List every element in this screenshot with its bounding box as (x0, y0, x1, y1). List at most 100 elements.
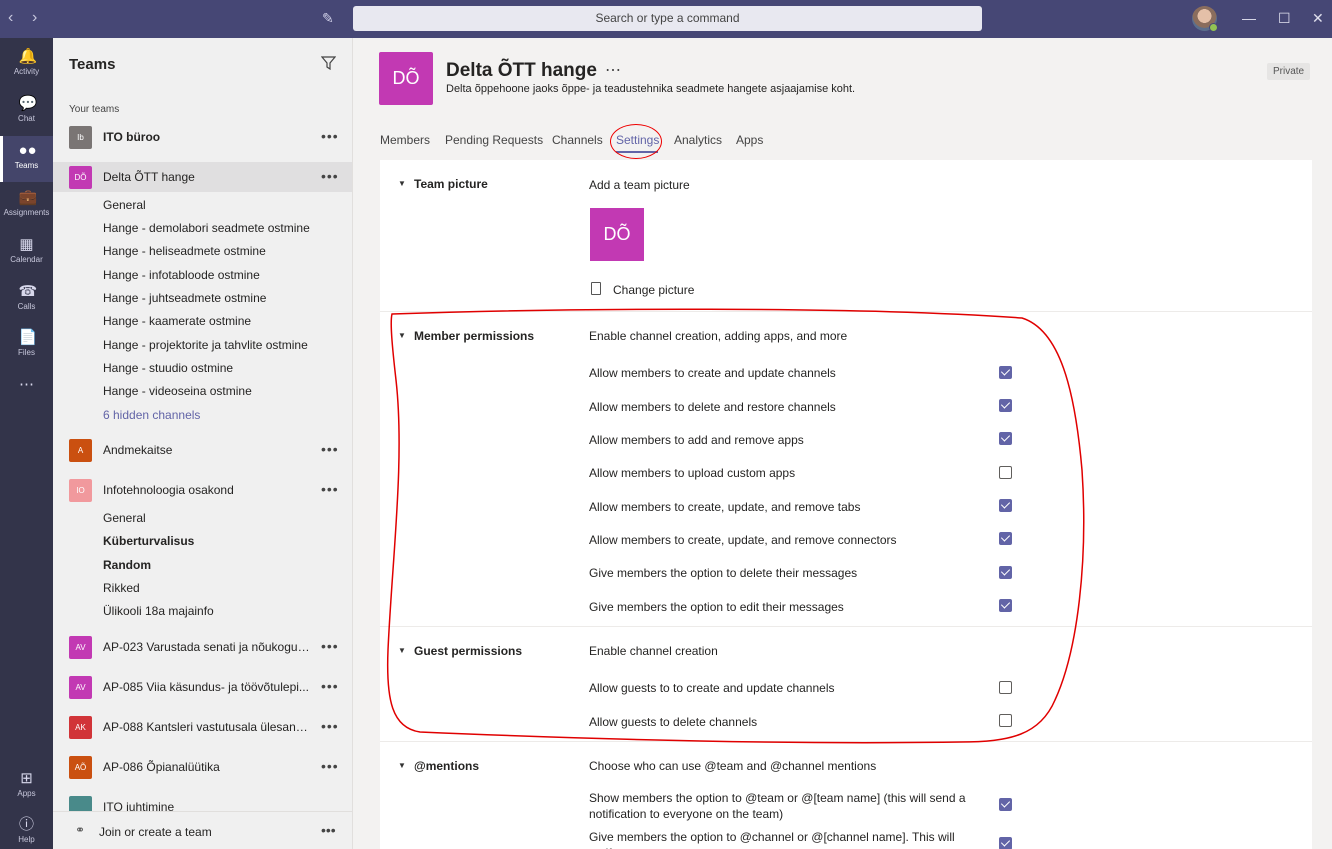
channel-item[interactable]: Küberturvalisus (103, 534, 194, 548)
section-guest-permissions[interactable]: Guest permissions (414, 644, 522, 658)
channel-item[interactable]: Hange - kaamerate ostmine (103, 314, 251, 328)
your-teams-label: Your teams (69, 104, 120, 115)
channel-item[interactable]: Ülikooli 18a majainfo (103, 604, 214, 618)
annotation-circle (610, 124, 662, 159)
channel-item[interactable]: Random (103, 558, 151, 572)
member-delete-messages-checkbox[interactable] (999, 566, 1012, 579)
chat-icon: 💬 (18, 95, 38, 112)
team-ap-085[interactable]: AV AP-085 Viia käsundus- ja töövõtulepi.… (53, 672, 352, 702)
section-member-permissions[interactable]: Member permissions (414, 329, 534, 343)
team-avatar: AV (69, 676, 92, 699)
rail-teams[interactable]: ●● Teams (0, 136, 53, 182)
close-icon[interactable]: ✕ (1312, 10, 1324, 27)
rail-activity[interactable]: 🔔 Activity (0, 42, 53, 88)
channel-item[interactable]: Hange - stuudio ostmine (103, 361, 233, 375)
section-team-picture[interactable]: Team picture (414, 177, 488, 191)
phone-icon: ☎ (18, 283, 38, 300)
option-label: Allow members to create, update, and rem… (589, 500, 861, 514)
mentions-team-checkbox[interactable] (999, 798, 1012, 811)
tab-analytics[interactable]: Analytics (674, 133, 722, 147)
collapse-caret-icon[interactable]: ▼ (398, 331, 406, 340)
file-icon: 📄 (18, 329, 38, 346)
more-icon: ⋯ (19, 376, 34, 393)
channel-item[interactable]: Hange - videoseina ostmine (103, 384, 252, 398)
option-label: Show members the option to @team or @[te… (589, 791, 966, 821)
rail-calendar[interactable]: ▦ Calendar (0, 230, 53, 276)
privacy-badge: Private (1267, 63, 1311, 80)
team-avatar: A (69, 439, 92, 462)
rail-apps[interactable]: ⊞ Apps (0, 764, 53, 810)
compose-icon[interactable]: ✎ (322, 10, 334, 27)
team-ap-023[interactable]: AV AP-023 Varustada senati ja nõukogu s.… (53, 632, 352, 662)
main-content: DÕ Delta ÕTT hange ⋯ Delta õppehoone jao… (353, 38, 1332, 849)
forward-arrow-icon[interactable]: › (32, 9, 37, 27)
back-arrow-icon[interactable]: ‹ (8, 9, 13, 27)
channel-item[interactable]: Hange - juhtseadmete ostmine (103, 291, 266, 305)
rail-assignments[interactable]: 💼 Assignments (0, 183, 53, 229)
channel-item[interactable]: General (103, 198, 146, 212)
team-andmekaitse[interactable]: A Andmekaitse ••• (53, 435, 352, 465)
more-options-icon[interactable]: ••• (321, 718, 339, 734)
team-ito-buroo[interactable]: Ib ITO büroo ••• (53, 122, 352, 152)
help-icon: ⓘ (18, 816, 34, 833)
member-tabs-checkbox[interactable] (999, 499, 1012, 512)
team-name: AP-088 Kantsleri vastutusala ülesanne... (103, 720, 311, 734)
minimize-icon[interactable]: — (1242, 10, 1256, 26)
team-infotehnoloogia-osakond[interactable]: IO Infotehnoloogia osakond ••• (53, 475, 352, 505)
more-options-icon[interactable]: ••• (321, 758, 339, 774)
more-options-icon[interactable]: ••• (321, 638, 339, 654)
change-picture-link[interactable]: Change picture (613, 283, 694, 297)
panel-title: Teams (69, 56, 116, 73)
more-options-icon[interactable]: ••• (321, 128, 339, 144)
filter-icon[interactable] (321, 56, 336, 70)
team-ap-086[interactable]: AÕ AP-086 Õpianalüütika ••• (53, 752, 352, 782)
channel-item[interactable]: Hange - projektorite ja tahvlite ostmine (103, 338, 308, 352)
more-options-icon[interactable]: ••• (321, 168, 339, 184)
member-upload-apps-checkbox[interactable] (999, 466, 1012, 479)
member-create-channels-checkbox[interactable] (999, 366, 1012, 379)
collapse-caret-icon[interactable]: ▼ (398, 179, 406, 188)
rail-more[interactable]: ⋯ (0, 370, 53, 416)
member-delete-channels-checkbox[interactable] (999, 399, 1012, 412)
rail-files[interactable]: 📄 Files (0, 323, 53, 369)
more-options-icon[interactable]: ••• (321, 678, 339, 694)
tab-members[interactable]: Members (380, 133, 430, 147)
channel-item[interactable]: Hange - heliseadmete ostmine (103, 244, 266, 258)
option-label: Allow guests to delete channels (589, 715, 758, 729)
channel-item[interactable]: Hange - demolabori seadmete ostmine (103, 221, 310, 235)
team-ap-088[interactable]: AK AP-088 Kantsleri vastutusala ülesanne… (53, 712, 352, 742)
join-create-team[interactable]: ⚭ Join or create a team ••• (53, 811, 352, 849)
section-mentions[interactable]: @mentions (414, 759, 479, 773)
guest-create-channels-checkbox[interactable] (999, 681, 1012, 694)
more-options-icon[interactable]: ••• (321, 481, 339, 497)
channel-item[interactable]: Rikked (103, 581, 140, 595)
team-more-options-icon[interactable]: ⋯ (605, 60, 621, 80)
guest-delete-channels-checkbox[interactable] (999, 714, 1012, 727)
tab-apps[interactable]: Apps (736, 133, 763, 147)
team-name: AP-085 Viia käsundus- ja töövõtulepi... (103, 680, 309, 694)
section-subtitle: Choose who can use @team and @channel me… (589, 759, 877, 773)
rail-help[interactable]: ⓘ Help (0, 810, 53, 849)
member-connectors-checkbox[interactable] (999, 532, 1012, 545)
hidden-channels-link[interactable]: 6 hidden channels (103, 408, 200, 422)
search-input[interactable]: Search or type a command (353, 6, 982, 31)
section-subtitle: Enable channel creation (589, 644, 718, 658)
rail-chat[interactable]: 💬 Chat (0, 89, 53, 135)
member-add-apps-checkbox[interactable] (999, 432, 1012, 445)
team-avatar: AK (69, 716, 92, 739)
presence-available-icon (1209, 23, 1218, 32)
mentions-channel-checkbox[interactable] (999, 837, 1012, 849)
channel-item[interactable]: Hange - infotabloode ostmine (103, 268, 260, 282)
member-edit-messages-checkbox[interactable] (999, 599, 1012, 612)
team-delta-ott-hange[interactable]: DÕ Delta ÕTT hange ••• (53, 162, 352, 192)
maximize-icon[interactable]: ☐ (1278, 10, 1291, 27)
collapse-caret-icon[interactable]: ▼ (398, 646, 406, 655)
team-description: Delta õppehoone jaoks õppe- ja teadusteh… (446, 83, 856, 95)
more-options-icon[interactable]: ••• (321, 441, 339, 457)
channel-item[interactable]: General (103, 511, 146, 525)
collapse-caret-icon[interactable]: ▼ (398, 761, 406, 770)
rail-calls[interactable]: ☎ Calls (0, 277, 53, 323)
more-options-icon[interactable]: ••• (321, 822, 336, 838)
tab-pending-requests[interactable]: Pending Requests (445, 133, 543, 147)
tab-channels[interactable]: Channels (552, 133, 603, 147)
